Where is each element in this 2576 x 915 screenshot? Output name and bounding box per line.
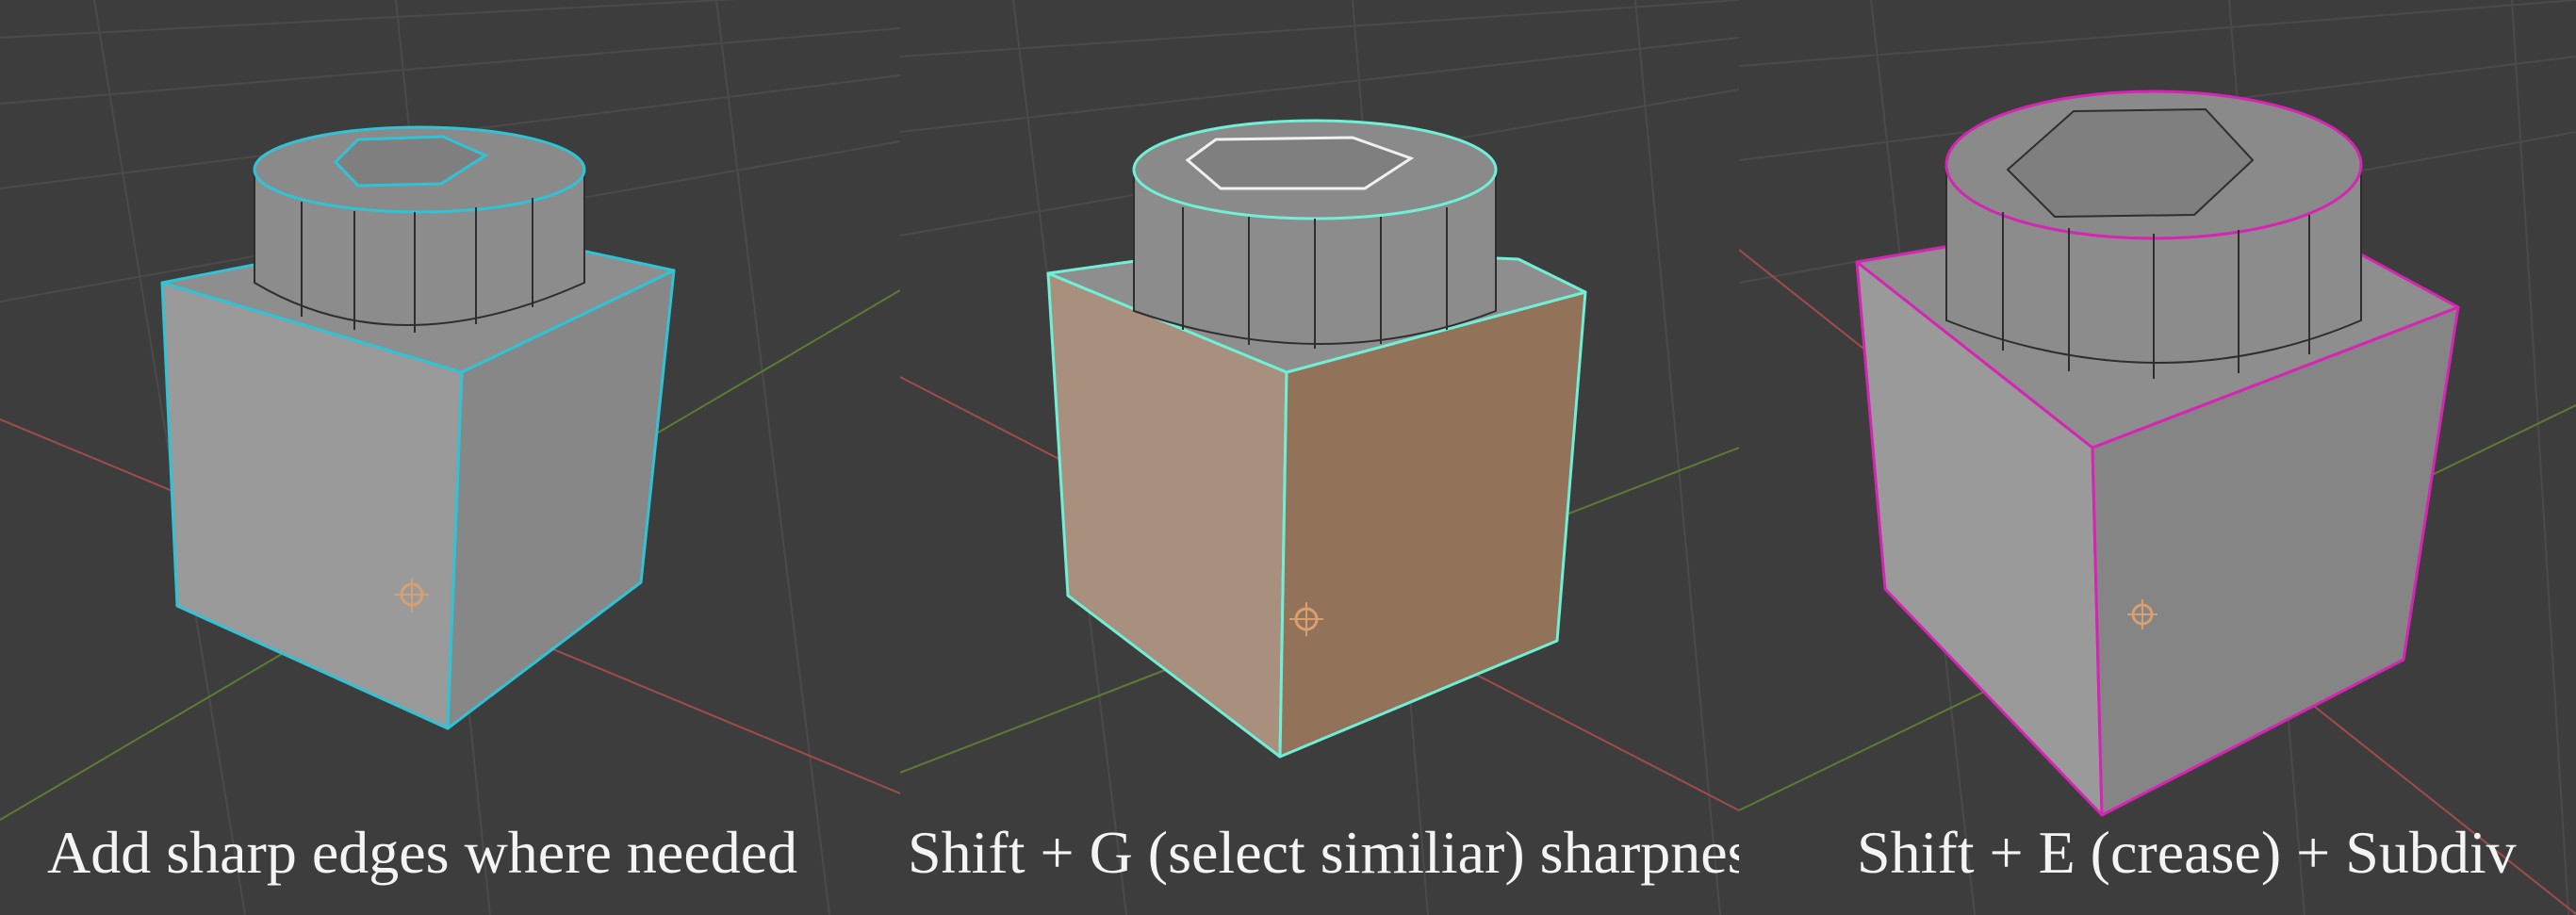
cylinder-mesh	[1944, 90, 2363, 379]
viewport-panel-3: Shift + E (crease) + Subdiv	[1739, 0, 2576, 915]
cylinder-mesh	[253, 125, 586, 333]
caption-crease-subdiv: Shift + E (crease) + Subdiv	[1857, 819, 2517, 886]
viewport-panel-2: Shift + G (select similiar) sharpness	[900, 0, 1739, 915]
composite-image: Add sharp edges where needed Shift + G (…	[0, 0, 2576, 915]
cylinder-inner-hole	[1185, 136, 1415, 190]
caption-select-similar: Shift + G (select similiar) sharpness	[908, 819, 1739, 886]
viewport-panel-1: Add sharp edges where needed	[0, 0, 900, 915]
cylinder-mesh	[1132, 119, 1498, 349]
caption-sharp-edges: Add sharp edges where needed	[47, 819, 798, 886]
